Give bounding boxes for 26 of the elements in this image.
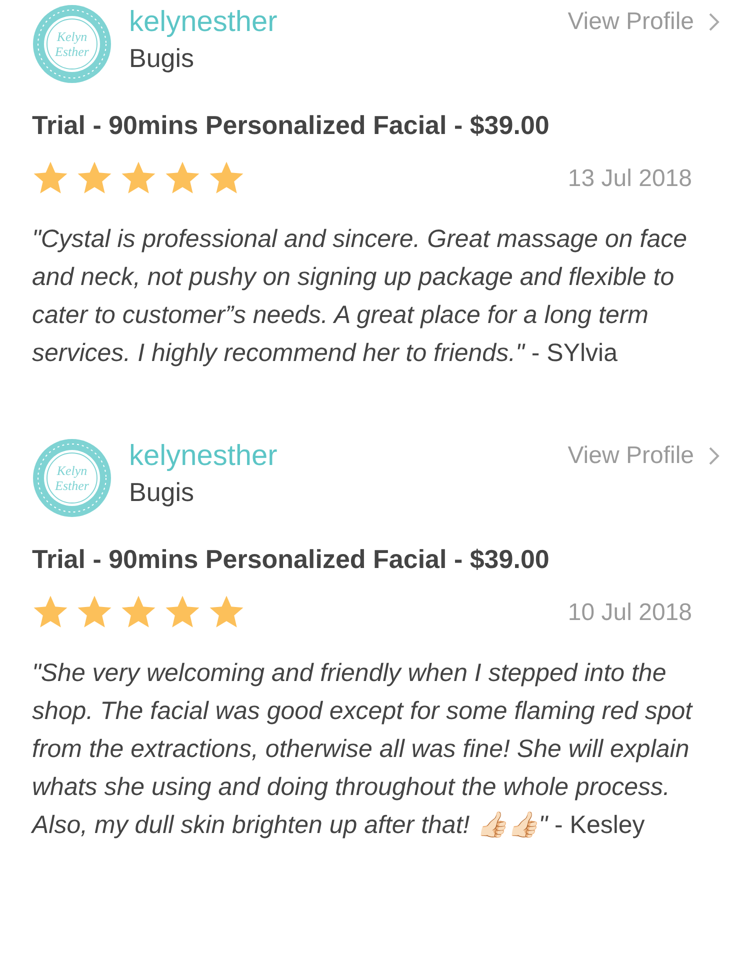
review-text: "Cystal is professional and sincere. Great massage on face and neck, not pushy on signing up package and flexible to cater to customer”s needs. A great place for a long term services. I highly recommend her to friends." - SYlvia	[32, 224, 688, 369]
service-title: Trial - 90mins Personalized Facial - $39.00	[32, 544, 550, 575]
location: Bugis	[129, 476, 196, 509]
service-title: Trial - 90mins Personalized Facial - $39.00	[32, 110, 550, 141]
review-text: "She very welcoming and friendly when I stepped into the shop. The facial was good except for some flaming red spot from the extractions, otherwise all was fine! She will explain whats she using and doing throughout the whole process. Also, my dull skin brighten up after that! 👍🏻👍🏻" - Kesley	[32, 658, 694, 841]
view-profile-link[interactable]: View Profile	[568, 442, 720, 470]
review-date: 10 Jul 2018	[568, 598, 692, 626]
review-date: 13 Jul 2018	[568, 164, 692, 192]
star-icon	[32, 161, 69, 196]
location: Bugis	[129, 42, 196, 75]
star-icon	[164, 595, 201, 630]
chevron-icon	[708, 12, 720, 32]
star-icon	[208, 161, 245, 196]
star-icon	[120, 595, 157, 630]
username[interactable]: kelynesther	[129, 438, 568, 474]
star-icon	[76, 595, 113, 630]
star-icon	[120, 161, 157, 196]
star-icon	[164, 161, 201, 196]
view-profile-link[interactable]: View Profile	[568, 8, 720, 36]
username[interactable]: kelynesther	[129, 4, 568, 40]
star-icon	[208, 595, 245, 630]
star-icon	[32, 595, 69, 630]
logo-badge: Kelyn Esther	[32, 4, 112, 84]
chevron-icon	[708, 446, 720, 466]
star-icon	[76, 161, 113, 196]
logo-badge: Kelyn Esther	[32, 438, 112, 518]
